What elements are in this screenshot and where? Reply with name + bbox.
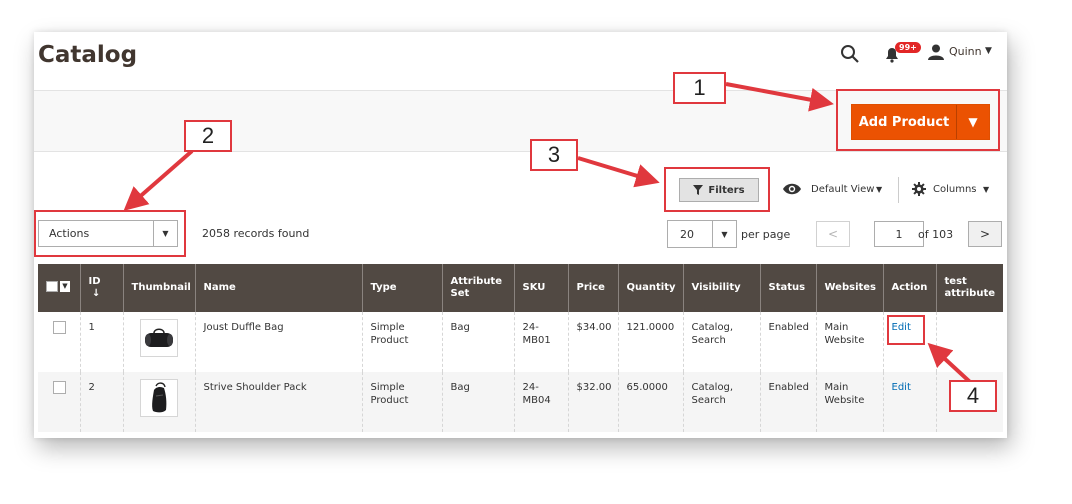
arrow-3 bbox=[577, 156, 660, 188]
callout-2: 2 bbox=[184, 120, 232, 152]
arrow-1 bbox=[725, 82, 834, 112]
annotation-arrows bbox=[123, 82, 972, 384]
callout-3: 3 bbox=[530, 139, 578, 171]
callout-4: 4 bbox=[949, 380, 997, 412]
arrow-4 bbox=[927, 342, 972, 384]
arrow-2 bbox=[123, 149, 194, 211]
callout-1: 1 bbox=[673, 72, 726, 104]
